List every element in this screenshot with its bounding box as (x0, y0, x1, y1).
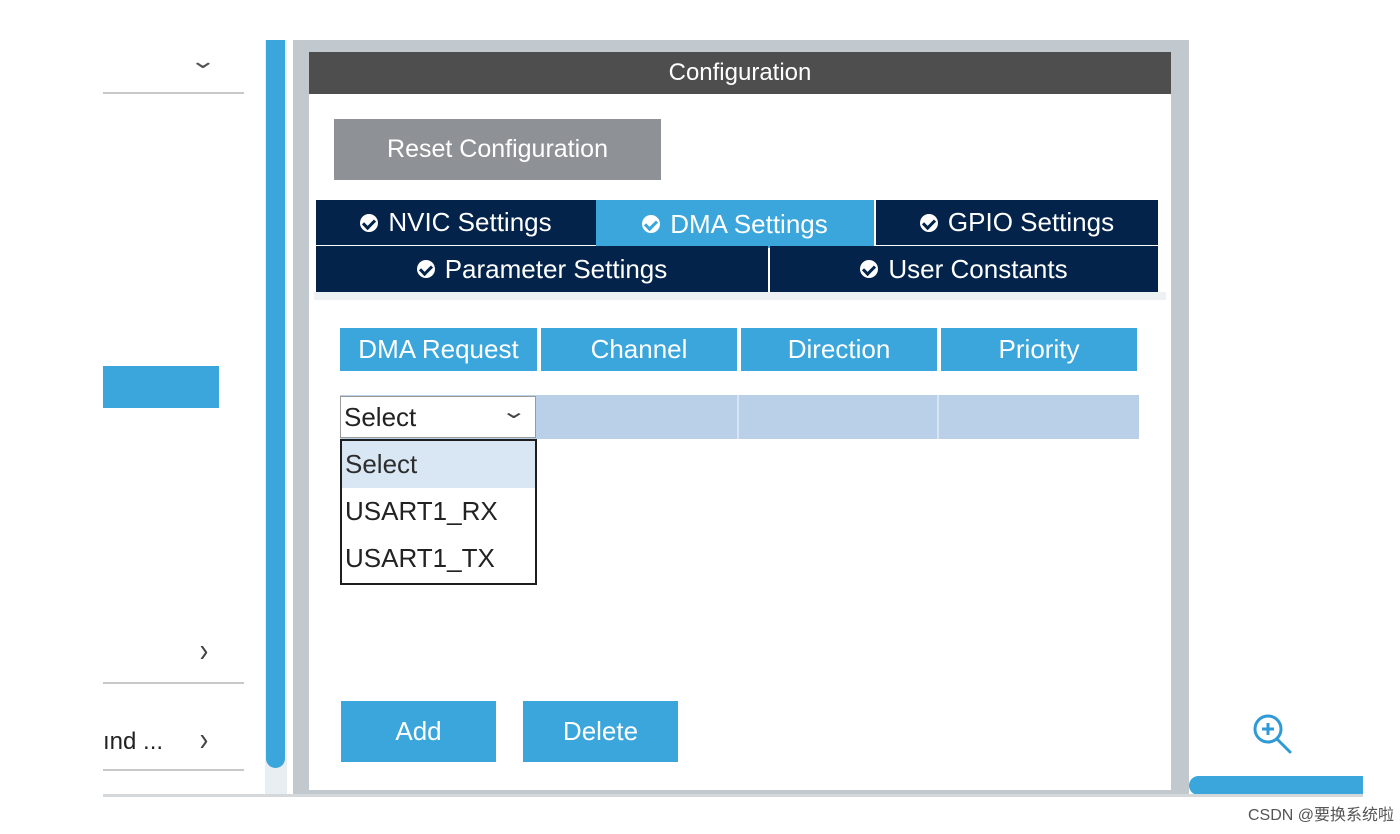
tab-label: Parameter Settings (444, 253, 668, 284)
dma-request-dropdown: Select USART1_RX USART1_TX (340, 439, 537, 585)
horizontal-scrollbar-thumb[interactable] (1189, 776, 1363, 795)
panel-title: Configuration (309, 52, 1171, 94)
sidebar-selected-item[interactable] (103, 366, 219, 408)
add-button[interactable]: Add (341, 701, 496, 762)
dropdown-option[interactable]: USART1_TX (342, 535, 535, 582)
cell-divider (737, 395, 739, 439)
tab-label: DMA Settings (670, 208, 828, 239)
check-circle-icon (919, 213, 938, 232)
tab-dma-settings[interactable]: DMA Settings (596, 200, 874, 248)
tab-label: User Constants (888, 253, 1068, 284)
sidebar-divider (103, 769, 244, 771)
bottom-divider (103, 794, 1363, 797)
tab-label: GPIO Settings (947, 207, 1115, 237)
check-circle-icon (416, 260, 435, 278)
chevron-down-icon[interactable]: ⌄ (500, 401, 535, 423)
dma-request-select[interactable]: Select ⌄ (340, 396, 536, 438)
select-value: Select (344, 402, 417, 432)
sidebar-divider (103, 682, 244, 684)
chevron-down-icon[interactable]: ⌄ (184, 50, 223, 72)
check-circle-icon (860, 260, 879, 278)
vertical-scrollbar-thumb[interactable] (266, 40, 285, 768)
reset-configuration-button[interactable]: Reset Configuration (334, 119, 661, 180)
tab-gpio-settings[interactable]: GPIO Settings (876, 200, 1158, 245)
tab-nvic-settings[interactable]: NVIC Settings (316, 200, 596, 245)
sidebar-divider (103, 92, 244, 94)
chevron-right-icon[interactable]: › (194, 632, 214, 668)
cell-divider (937, 395, 939, 439)
check-circle-icon (642, 215, 661, 233)
watermark-text: CSDN @要换系统啦 (1247, 807, 1394, 824)
column-header-dma-request: DMA Request (340, 328, 537, 371)
column-header-direction: Direction (741, 328, 937, 371)
check-circle-icon (360, 213, 379, 232)
delete-button[interactable]: Delete (523, 701, 678, 762)
column-header-channel: Channel (541, 328, 737, 371)
tab-user-constants[interactable]: User Constants (770, 246, 1158, 292)
dropdown-option[interactable]: USART1_RX (342, 488, 535, 535)
zoom-in-icon[interactable] (1248, 711, 1298, 761)
tab-label: NVIC Settings (388, 207, 552, 237)
column-header-priority: Priority (941, 328, 1137, 371)
chevron-right-icon[interactable]: › (194, 721, 214, 757)
sidebar-item-label[interactable]: ınd ... (103, 727, 181, 757)
tab-parameter-settings[interactable]: Parameter Settings (316, 246, 768, 292)
dropdown-option[interactable]: Select (342, 441, 535, 488)
